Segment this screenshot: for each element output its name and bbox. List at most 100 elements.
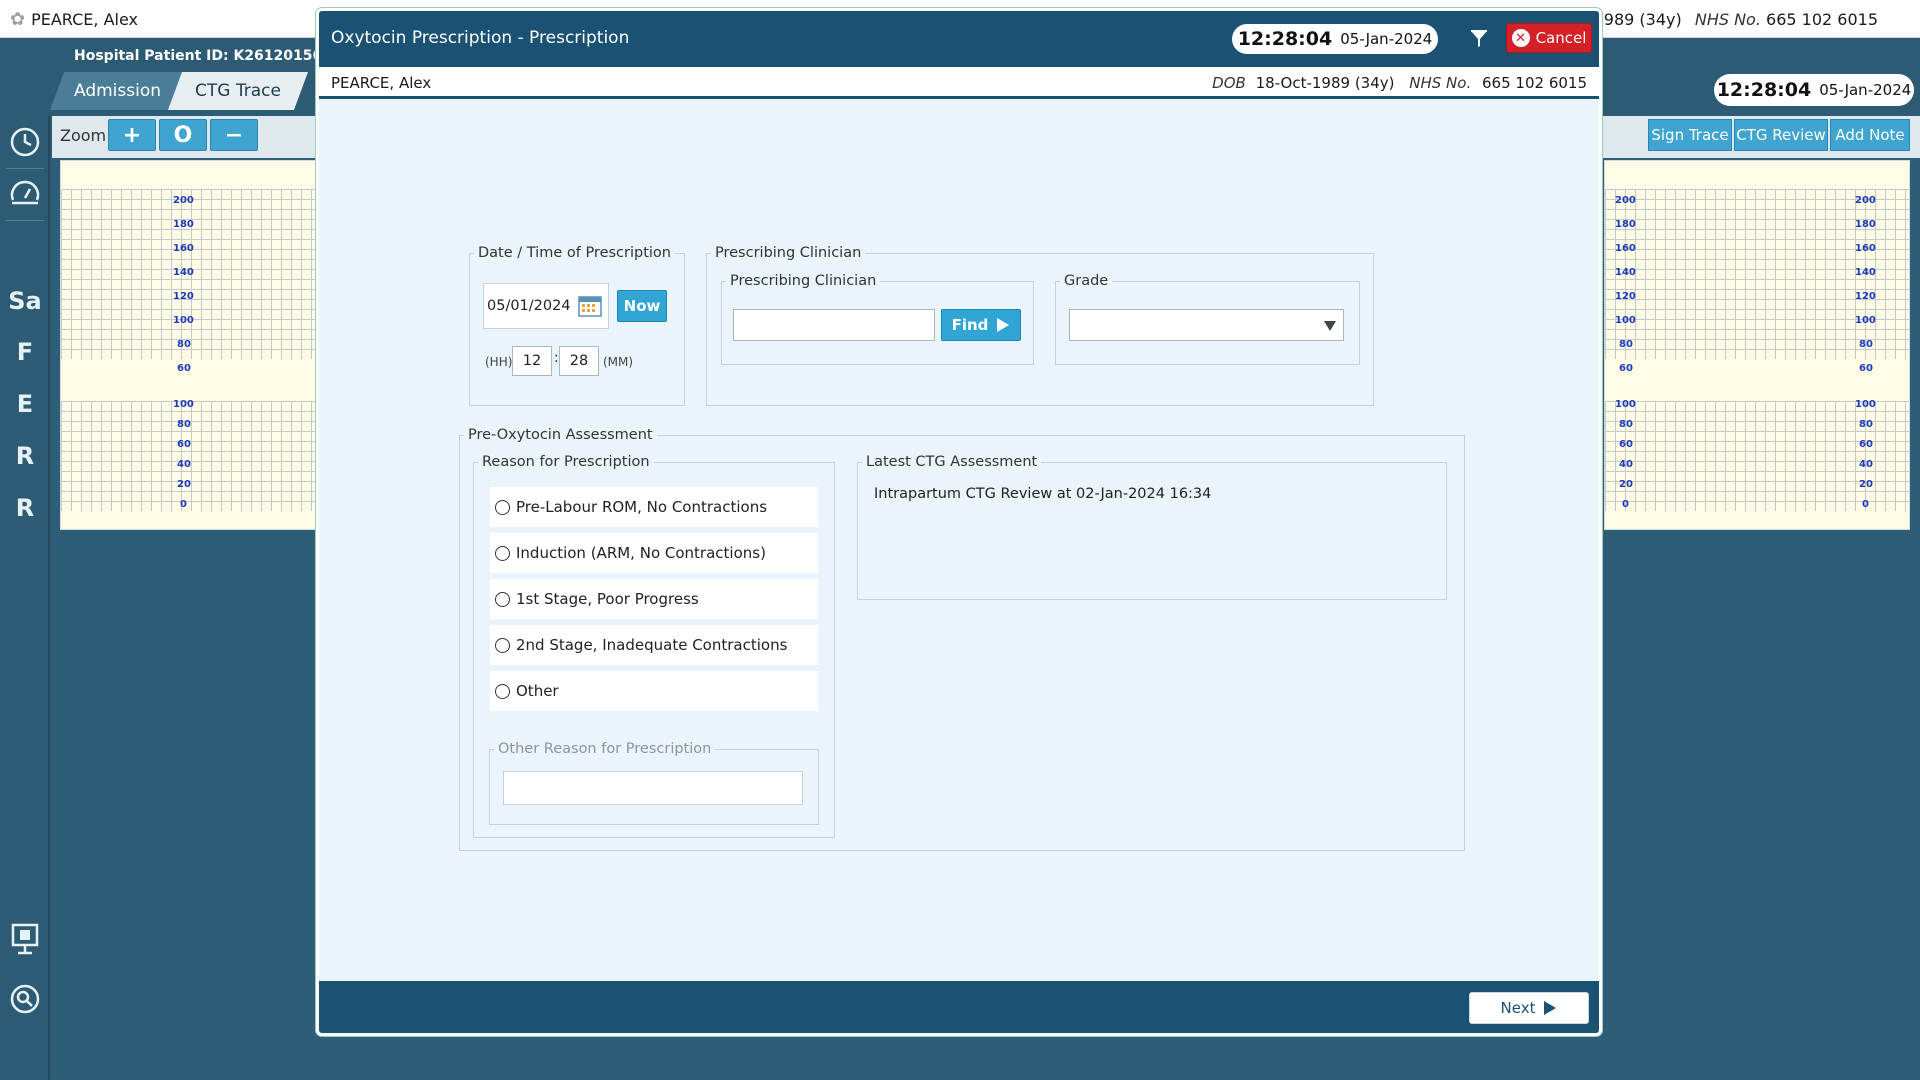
fhr-tick: 180 — [1855, 219, 1876, 230]
reason-label: Other — [516, 682, 559, 700]
cancel-label: Cancel — [1535, 29, 1587, 47]
fhr-tick: 100 — [173, 315, 194, 326]
fhr-tick: 120 — [173, 291, 194, 302]
app-clock-date: 05-Jan-2024 — [1819, 81, 1912, 99]
dob-value: 18-Oct-1989 (34y) — [1255, 74, 1395, 92]
reason-option-other[interactable]: Other — [490, 671, 818, 711]
radio-button[interactable] — [495, 591, 510, 607]
fhr-tick: 140 — [1615, 267, 1636, 278]
toco-tick: 100 — [173, 399, 194, 410]
toco-tick: 60 — [1619, 439, 1633, 450]
hh-label: (HH) — [485, 355, 513, 369]
zoom-reset-button[interactable]: O — [159, 119, 207, 151]
dialog-title: Oxytocin Prescription - Prescription — [331, 28, 630, 48]
grade-legend: Grade — [1064, 273, 1109, 289]
toco-tick: 40 — [1859, 459, 1873, 470]
radio-button[interactable] — [495, 545, 510, 561]
reason-option-induction[interactable]: Induction (ARM, No Contractions) — [490, 533, 818, 573]
gauge-icon[interactable] — [6, 174, 44, 212]
app-patient-name-text: PEARCE, Alex — [31, 10, 138, 29]
dialog-clock-time: 12:28:04 — [1237, 28, 1333, 50]
hour-input[interactable]: 12 — [512, 346, 552, 376]
filter-icon[interactable] — [1466, 27, 1492, 51]
fhr-tick: 180 — [173, 219, 194, 230]
grade-select[interactable] — [1069, 309, 1344, 341]
radio-button[interactable] — [495, 683, 510, 699]
toco-tick: 100 — [1615, 399, 1636, 410]
now-button[interactable]: Now — [617, 290, 667, 322]
chevron-down-icon — [1324, 321, 1336, 331]
add-note-button[interactable]: Add Note — [1830, 119, 1910, 151]
dob-label: DOB — [1212, 74, 1246, 92]
app-clock-time: 12:28:04 — [1716, 79, 1812, 101]
toco-tick: 100 — [1855, 399, 1876, 410]
toco-tick: 20 — [1619, 479, 1633, 490]
sidebar-divider — [6, 168, 44, 169]
toco-tick: 40 — [177, 459, 191, 470]
other-reason-legend: Other Reason for Prescription — [498, 741, 712, 757]
flower-icon: ✿ — [10, 9, 26, 30]
zoom-out-button[interactable]: − — [210, 119, 258, 151]
fhr-tick: 140 — [1855, 267, 1876, 278]
fhr-tick: 60 — [1859, 363, 1873, 374]
clinician-input[interactable] — [733, 309, 935, 341]
other-reason-input[interactable] — [503, 771, 803, 805]
presentation-icon[interactable] — [6, 920, 44, 958]
app-nhs-label: NHS No. — [1694, 10, 1761, 29]
tab-ctg-trace[interactable]: CTG Trace — [168, 72, 308, 110]
date-field[interactable]: 05/01/2024 — [483, 283, 609, 329]
dialog-patient-name: PEARCE, Alex — [331, 74, 432, 92]
radio-button[interactable] — [495, 637, 510, 653]
dialog-patient-bar: PEARCE, Alex DOB 18-Oct-1989 (34y) NHS N… — [319, 67, 1599, 99]
next-label: Next — [1500, 999, 1536, 1017]
toco-tick: 60 — [1859, 439, 1873, 450]
fhr-tick: 160 — [1615, 243, 1636, 254]
fhr-tick: 200 — [1615, 195, 1636, 206]
ctg-assessment-legend: Latest CTG Assessment — [866, 454, 1038, 470]
search-icon[interactable] — [6, 980, 44, 1018]
reason-option-pre-labour-rom[interactable]: Pre-Labour ROM, No Contractions — [490, 487, 818, 527]
mm-label: (MM) — [603, 355, 634, 369]
fhr-tick: 160 — [1855, 243, 1876, 254]
toco-tick: 80 — [177, 419, 191, 430]
fhr-tick: 120 — [1855, 291, 1876, 302]
reason-option-2nd-stage[interactable]: 2nd Stage, Inadequate Contractions — [490, 625, 818, 665]
cancel-button[interactable]: ✕ Cancel — [1506, 23, 1592, 53]
sidebar-item-sa[interactable]: Sa — [6, 282, 44, 320]
zoom-in-button[interactable]: + — [108, 119, 156, 151]
tab-admission[interactable]: Admission — [50, 72, 185, 110]
toco-tick: 80 — [1859, 419, 1873, 430]
fhr-tick: 100 — [1855, 315, 1876, 326]
sidebar-item-r1[interactable]: R — [6, 437, 44, 475]
toco-tick: 60 — [177, 439, 191, 450]
sidebar-item-e[interactable]: E — [6, 385, 44, 423]
fhr-tick: 200 — [1855, 195, 1876, 206]
ctg-trace-right: 200 180 160 140 120 100 80 60 200 180 16… — [1604, 160, 1910, 530]
sign-trace-button[interactable]: Sign Trace — [1648, 119, 1732, 151]
next-button[interactable]: Next — [1469, 992, 1589, 1024]
calendar-icon[interactable] — [578, 295, 602, 317]
ctg-review-button[interactable]: CTG Review — [1734, 119, 1828, 151]
find-button[interactable]: Find — [941, 309, 1021, 341]
fhr-tick: 60 — [177, 363, 191, 374]
toco-grid — [1605, 401, 1909, 511]
radio-button[interactable] — [495, 499, 510, 515]
sidebar-item-f[interactable]: F — [6, 333, 44, 371]
close-icon: ✕ — [1511, 29, 1530, 47]
minute-input[interactable]: 28 — [559, 346, 599, 376]
sidebar-item-r2[interactable]: R — [6, 489, 44, 527]
clinician-inner-legend: Prescribing Clinician — [730, 273, 877, 289]
clock-history-icon[interactable] — [6, 122, 44, 160]
sidebar-divider — [6, 220, 44, 221]
reason-label: Induction (ARM, No Contractions) — [516, 544, 766, 562]
find-label: Find — [951, 316, 989, 334]
fhr-tick: 80 — [1859, 339, 1873, 350]
fhr-tick: 80 — [177, 339, 191, 350]
toco-tick: 20 — [177, 479, 191, 490]
toco-tick: 80 — [1619, 419, 1633, 430]
reason-option-1st-stage[interactable]: 1st Stage, Poor Progress — [490, 579, 818, 619]
oxytocin-prescription-dialog: Oxytocin Prescription - Prescription 12:… — [316, 8, 1602, 1036]
fhr-tick: 80 — [1619, 339, 1633, 350]
time-separator: : — [554, 350, 559, 366]
reason-label: Pre-Labour ROM, No Contractions — [516, 498, 768, 516]
